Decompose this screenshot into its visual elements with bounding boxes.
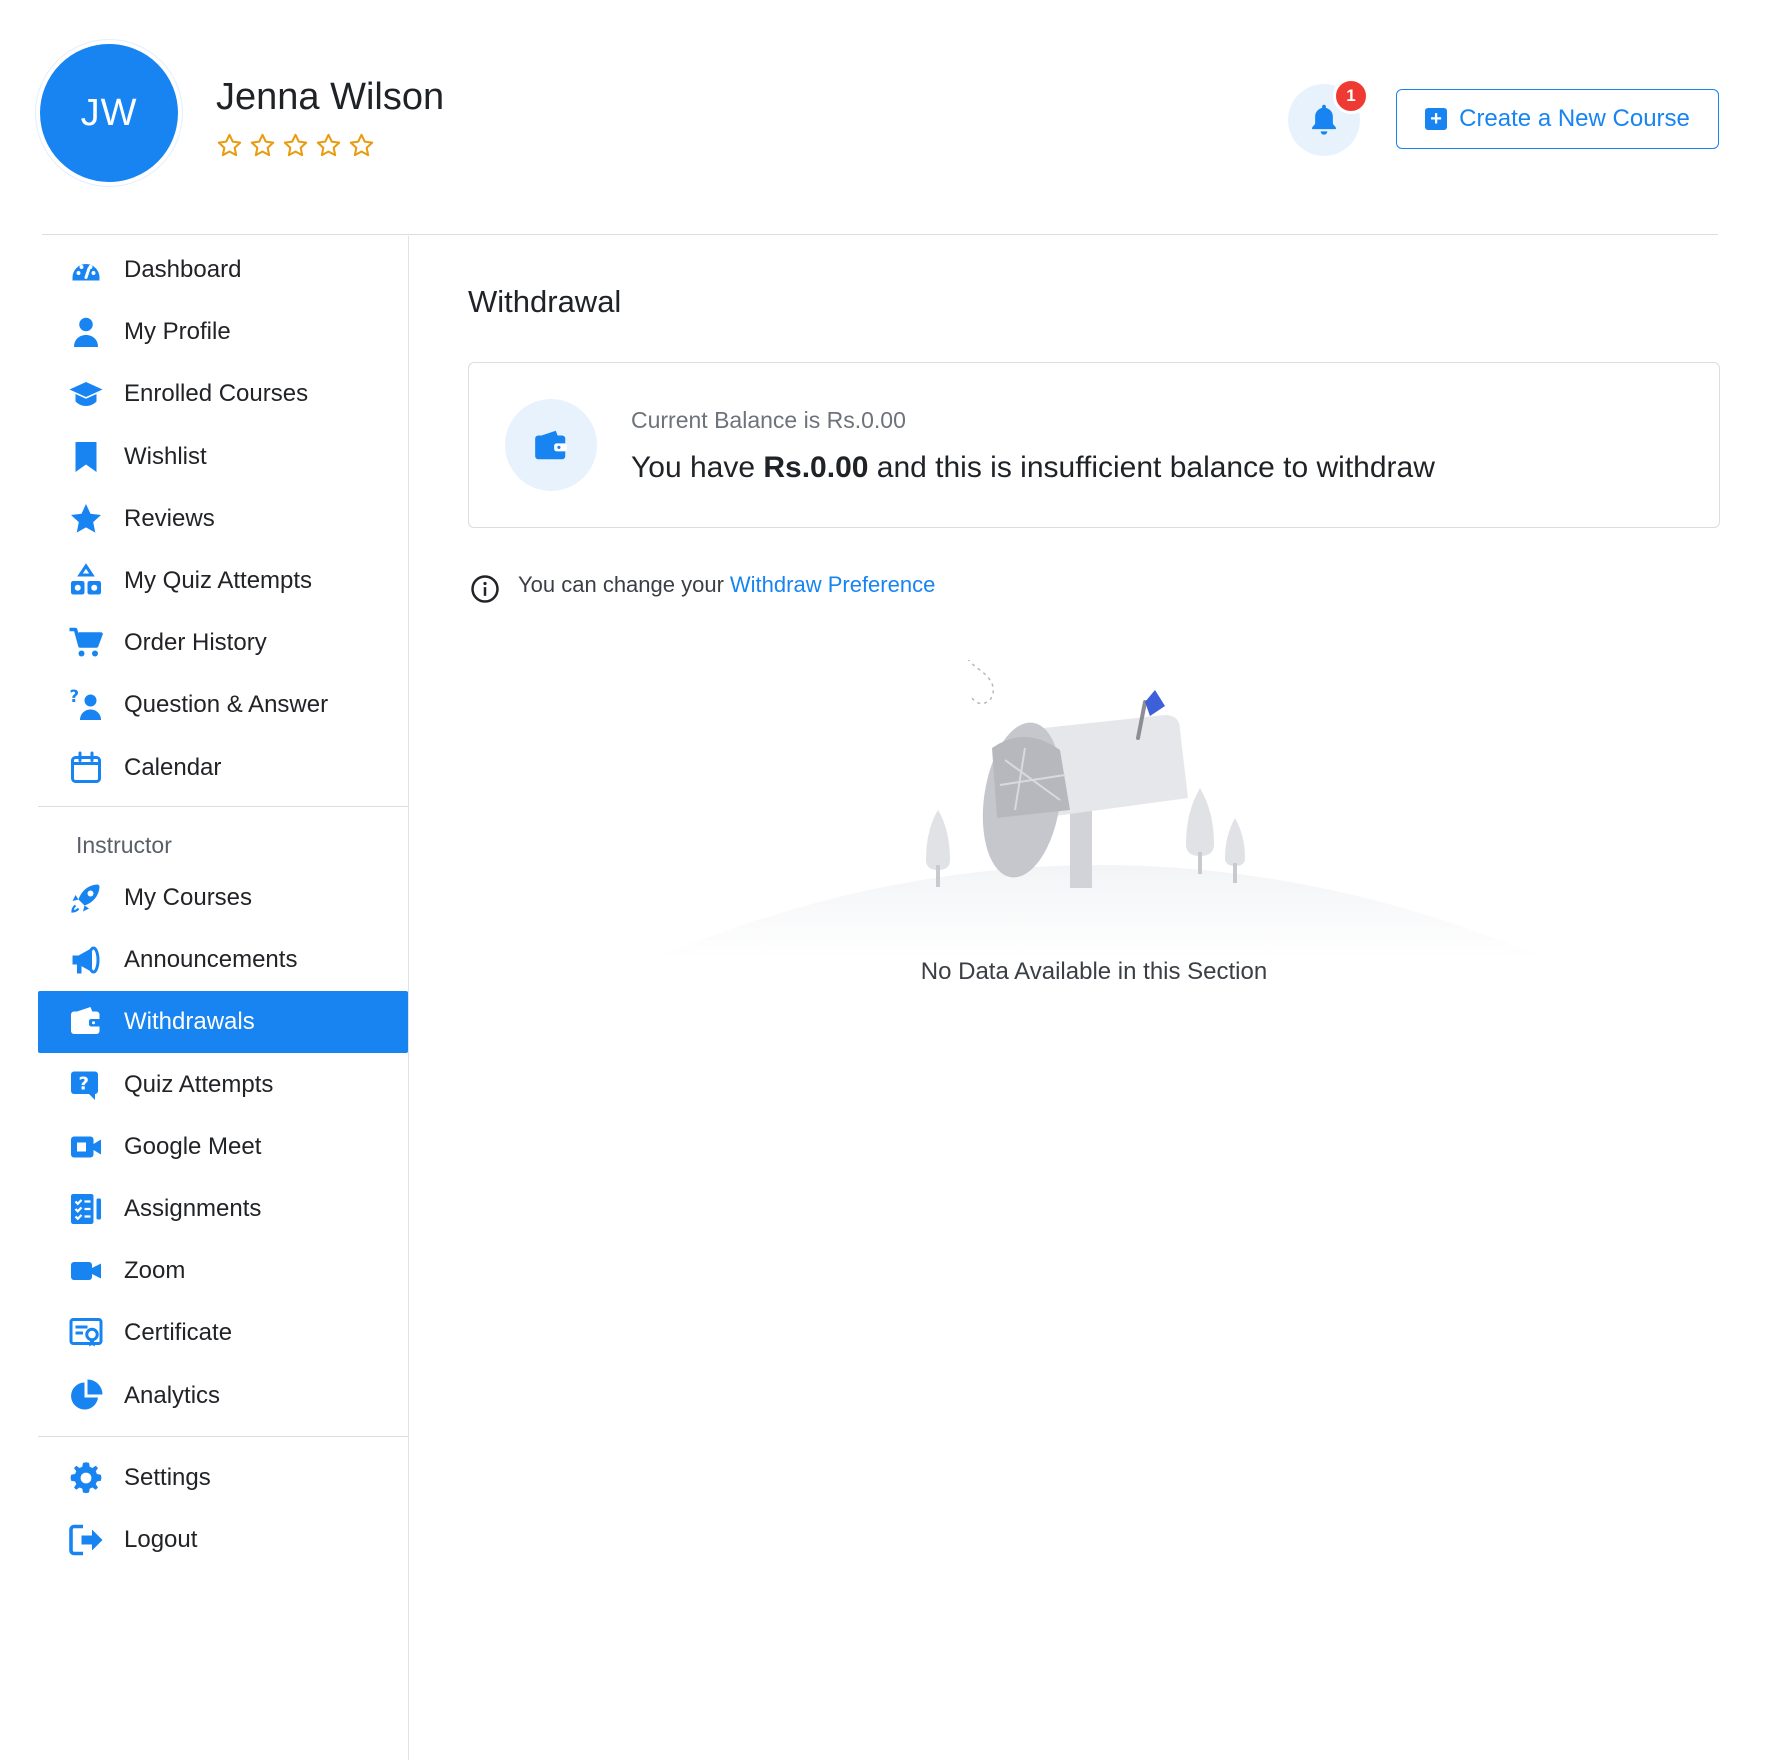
certificate-icon: [66, 1313, 106, 1353]
header-divider: [42, 234, 1718, 235]
logout-icon: [66, 1520, 106, 1560]
megaphone-icon: [66, 940, 106, 980]
rating-star-icon: [217, 133, 242, 157]
balance-message-suffix: and this is insufficient balance to with…: [868, 451, 1435, 484]
balance-card: Current Balance is Rs.0.00 You have Rs.0…: [468, 362, 1720, 528]
sidebar-item-quiz-attempts[interactable]: ? Quiz Attempts: [38, 1054, 408, 1116]
sidebar-item-label: Zoom: [124, 1257, 186, 1284]
rating-star-icon: [283, 133, 308, 157]
withdraw-preference-info: You can change your Withdraw Preference: [470, 566, 935, 604]
sidebar-item-label: Analytics: [124, 1382, 221, 1409]
bookmark-icon: [66, 437, 106, 477]
balance-message: You have Rs.0.00 and this is insufficien…: [631, 451, 1435, 485]
sidebar-item-my-profile[interactable]: My Profile: [38, 301, 408, 363]
sidebar-section-label-instructor: Instructor: [76, 832, 172, 858]
sidebar-item-my-courses[interactable]: My Courses: [38, 867, 408, 929]
wallet-icon: [66, 1002, 106, 1042]
sidebar-item-label: Calendar: [124, 754, 222, 781]
zoom-camera-icon: [66, 1251, 106, 1291]
dashboard-icon: [66, 250, 106, 290]
sidebar-divider: [38, 806, 408, 807]
dashboard-header: JW Jenna Wilson 1 + Create a New Course: [0, 0, 1766, 236]
sidebar-nav: Instructor Dashboard My Profile Enrolled C…: [38, 236, 409, 1760]
sidebar-item-announcements[interactable]: Announcements: [38, 929, 408, 991]
sidebar-item-zoom[interactable]: Zoom: [38, 1240, 408, 1302]
sidebar-item-label: Order History: [124, 629, 267, 656]
sidebar-item-reviews[interactable]: Reviews: [38, 488, 408, 550]
sidebar-item-label: Question & Answer: [124, 691, 329, 718]
sidebar-item-certificate[interactable]: Certificate: [38, 1302, 408, 1364]
empty-state-message: No Data Available in this Section: [920, 958, 1268, 985]
sidebar-item-label: Wishlist: [124, 443, 207, 470]
sidebar-item-label: My Profile: [124, 318, 231, 345]
sidebar-item-settings[interactable]: Settings: [38, 1447, 408, 1509]
sidebar-item-dashboard[interactable]: Dashboard: [38, 239, 408, 301]
bell-icon: [1312, 104, 1336, 135]
rating-star-icon: [349, 133, 374, 157]
sidebar-item-calendar[interactable]: Calendar: [38, 737, 408, 799]
wallet-icon-badge: [505, 399, 597, 491]
sidebar-item-question-and-answer[interactable]: ? Question & Answer: [38, 674, 408, 736]
sidebar-item-withdrawals[interactable]: Withdrawals: [38, 991, 408, 1053]
create-new-course-button[interactable]: + Create a New Course: [1396, 89, 1719, 149]
sidebar-item-label: My Quiz Attempts: [124, 567, 313, 594]
sidebar-item-my-quiz-attempts[interactable]: My Quiz Attempts: [38, 550, 408, 612]
notification-count-badge: 1: [1333, 78, 1369, 114]
svg-text:?: ?: [70, 687, 80, 706]
sidebar-item-enrolled-courses[interactable]: Enrolled Courses: [38, 363, 408, 425]
question-box-icon: ?: [66, 1065, 106, 1105]
sidebar-item-label: Logout: [124, 1526, 198, 1553]
pie-chart-icon: [66, 1376, 106, 1416]
video-camera-icon: [66, 1127, 106, 1167]
question-person-icon: ?: [66, 685, 106, 725]
plus-square-icon: +: [1425, 108, 1448, 130]
info-icon: [471, 575, 499, 603]
balance-message-prefix: You have: [631, 451, 764, 484]
shapes-icon: [66, 561, 106, 601]
create-new-course-label: Create a New Course: [1459, 105, 1690, 132]
withdraw-preference-link[interactable]: Withdraw Preference: [730, 572, 935, 598]
sidebar-item-wishlist[interactable]: Wishlist: [38, 426, 408, 488]
sidebar-item-label: Assignments: [124, 1195, 262, 1222]
wallet-icon: [535, 430, 567, 460]
rocket-icon: [66, 878, 106, 918]
gear-icon: [66, 1458, 106, 1498]
checklist-icon: [66, 1189, 106, 1229]
empty-mailbox-illustration: [650, 660, 1550, 960]
info-text: You can change your: [518, 572, 724, 597]
page-title: Withdrawal: [468, 284, 622, 319]
sidebar-item-label: Reviews: [124, 505, 215, 532]
sidebar-item-logout[interactable]: Logout: [38, 1509, 408, 1571]
sidebar-item-analytics[interactable]: Analytics: [38, 1365, 408, 1427]
sidebar-item-label: Enrolled Courses: [124, 380, 309, 407]
balance-amount: Rs.0.00: [763, 451, 869, 484]
sidebar-item-label: Withdrawals: [124, 1008, 255, 1035]
sidebar-item-label: Google Meet: [124, 1133, 262, 1160]
sidebar-item-google-meet[interactable]: Google Meet: [38, 1116, 408, 1178]
user-name: Jenna Wilson: [216, 76, 445, 118]
star-icon: [66, 499, 106, 539]
sidebar-item-label: Certificate: [124, 1319, 233, 1346]
calendar-icon: [66, 748, 106, 788]
sidebar-divider: [38, 1436, 408, 1437]
svg-text:?: ?: [79, 1074, 89, 1095]
rating-star-icon: [316, 133, 341, 157]
sidebar-item-label: Settings: [124, 1464, 211, 1491]
sidebar-item-label: Announcements: [124, 946, 298, 973]
user-icon: [66, 312, 106, 352]
sidebar-item-order-history[interactable]: Order History: [38, 612, 408, 674]
graduation-cap-icon: [66, 374, 106, 414]
sidebar-item-label: Dashboard: [124, 256, 242, 283]
sidebar-item-label: My Courses: [124, 884, 253, 911]
sidebar-item-assignments[interactable]: Assignments: [38, 1178, 408, 1240]
rating-star-icon: [250, 133, 275, 157]
cart-icon: [66, 623, 106, 663]
current-balance-label: Current Balance is Rs.0.00: [631, 407, 906, 433]
rating-stars: [216, 132, 375, 159]
sidebar-item-label: Quiz Attempts: [124, 1071, 274, 1098]
avatar[interactable]: JW: [36, 40, 182, 186]
